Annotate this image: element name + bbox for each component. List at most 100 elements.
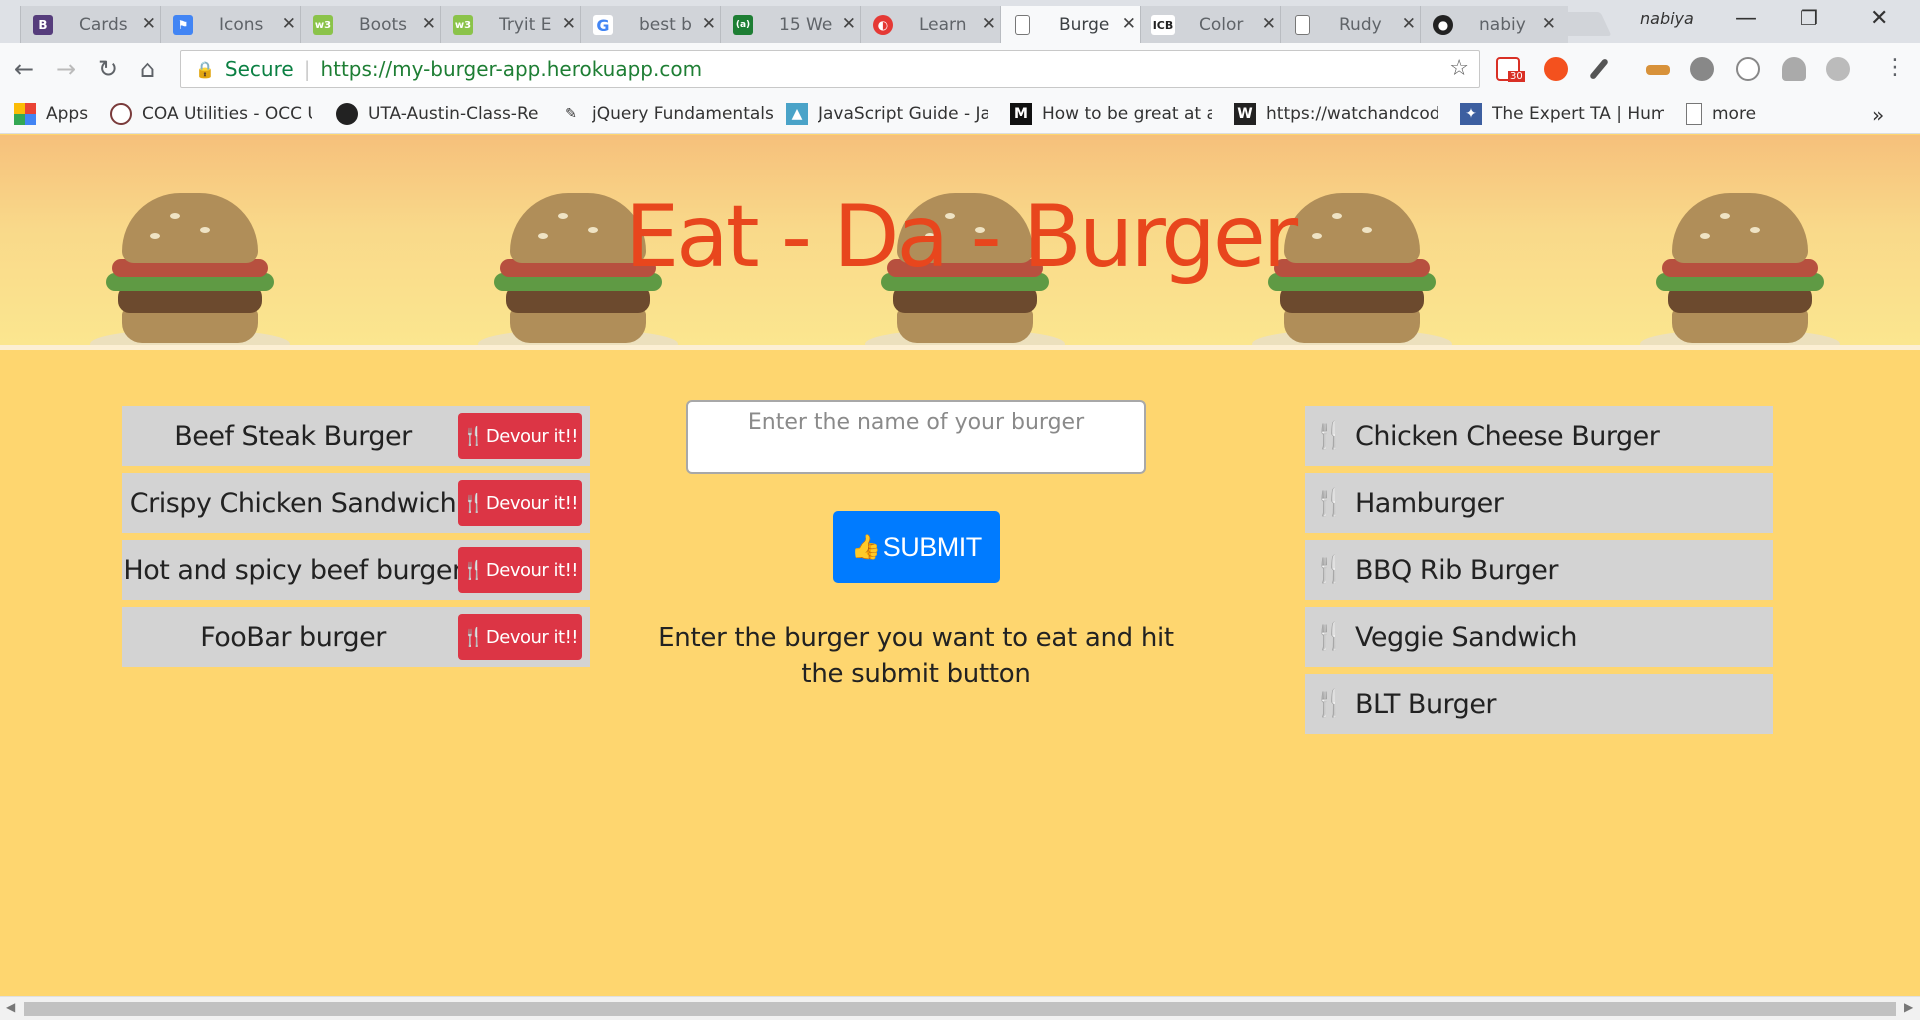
back-icon[interactable]: ← — [14, 55, 34, 83]
menu-icon[interactable]: ⋮ — [1884, 55, 1906, 80]
close-icon[interactable]: ✕ — [1262, 14, 1276, 34]
bug-icon[interactable] — [1690, 57, 1714, 81]
submit-button[interactable]: 👍 SUBMIT — [833, 511, 1000, 583]
utensils-icon: 🍴 — [461, 425, 484, 447]
github-icon — [336, 103, 358, 125]
apps-grid-icon — [14, 103, 36, 125]
bookmark-label: more — [1712, 104, 1757, 124]
utensils-icon: 🍴 — [1313, 689, 1346, 719]
bookmark-label: https://watchandcod — [1266, 104, 1438, 124]
bookmark-expert-ta[interactable]: ✦ The Expert TA | Huma — [1460, 103, 1664, 125]
devour-button[interactable]: 🍴 Devour it!! — [458, 547, 582, 593]
scroll-left-icon[interactable]: ◀ — [6, 1000, 15, 1014]
react-icon[interactable] — [1826, 57, 1850, 81]
tab-15-we[interactable]: (a) 15 We ✕ — [720, 6, 868, 43]
close-icon[interactable]: ✕ — [1402, 14, 1416, 34]
thumbs-up-icon: 👍 — [851, 533, 881, 561]
bookmark-js-guide[interactable]: ▲ JavaScript Guide - Jav — [786, 103, 988, 125]
burger-name: Crispy Chicken Sandwich — [129, 487, 457, 519]
new-tab-button[interactable] — [1550, 12, 1612, 36]
restore-icon[interactable]: ❐ — [1800, 6, 1818, 30]
bookmark-label: jQuery Fundamentals — [592, 104, 774, 124]
tab-burger[interactable]: Burge ✕ — [1000, 6, 1148, 44]
reload-icon[interactable]: ↻ — [98, 55, 118, 83]
profile-name[interactable]: nabiya — [1640, 9, 1694, 28]
close-icon[interactable]: ✕ — [982, 14, 996, 34]
forward-icon[interactable]: → — [56, 55, 76, 83]
url-text[interactable]: https://my-burger-app.herokuapp.com — [320, 57, 702, 81]
scroll-right-icon[interactable]: ▶ — [1904, 1000, 1913, 1014]
extension-icon[interactable] — [1544, 57, 1568, 81]
bookmark-jquery[interactable]: ✎ jQuery Fundamentals — [560, 103, 796, 125]
tab-title: best b — [639, 14, 692, 35]
home-icon[interactable]: ⌂ — [140, 55, 155, 83]
close-icon[interactable]: ✕ — [702, 14, 716, 34]
tab-tryit[interactable]: w3 Tryit E ✕ — [440, 6, 588, 43]
ruler-icon[interactable] — [1646, 65, 1670, 75]
eaten-burger-list: 🍴 Chicken Cheese Burger 🍴 Hamburger 🍴 BB… — [1305, 406, 1773, 741]
tab-best[interactable]: G best b ✕ — [580, 6, 728, 43]
tab-rudy[interactable]: Rudy ✕ — [1280, 6, 1428, 43]
bookmark-star-icon[interactable]: ☆ — [1449, 56, 1469, 81]
burger-name: Veggie Sandwich — [1355, 621, 1577, 653]
mdn-icon: ▲ — [786, 103, 808, 125]
devour-button[interactable]: 🍴 Devour it!! — [458, 480, 582, 526]
page-icon — [1295, 15, 1310, 35]
tab-boots[interactable]: w3 Boots ✕ — [300, 6, 448, 43]
horizontal-scrollbar[interactable]: ◀ ▶ — [0, 996, 1920, 1020]
close-icon[interactable]: ✕ — [1122, 14, 1136, 34]
bookmark-label: JavaScript Guide - Jav — [818, 104, 988, 124]
bookmark-label: Apps — [46, 104, 89, 124]
close-icon[interactable]: ✕ — [562, 14, 576, 34]
bookmark-coa[interactable]: COA Utilities - OCC U — [110, 103, 312, 125]
bookmark-watchandcode[interactable]: W https://watchandcod — [1234, 103, 1438, 125]
gmail-icon[interactable]: 30 — [1496, 57, 1525, 82]
bookmark-label: COA Utilities - OCC U — [142, 104, 312, 124]
medium-icon: M — [1010, 103, 1032, 125]
close-icon[interactable]: ✕ — [422, 14, 436, 34]
close-icon[interactable]: ✕ — [142, 14, 156, 34]
utensils-icon: 🍴 — [1313, 622, 1346, 652]
burger-name: BBQ Rib Burger — [1355, 554, 1558, 586]
burger-name: Chicken Cheese Burger — [1355, 420, 1660, 452]
icb-icon: ICB — [1151, 15, 1175, 35]
list-item: Hot and spicy beef burger 🍴 Devour it!! — [122, 540, 590, 600]
devour-button[interactable]: 🍴 Devour it!! — [458, 413, 582, 459]
instruction-text: Enter the burger you want to eat and hit… — [658, 623, 1174, 689]
learn-icon: ◐ — [873, 15, 893, 35]
list-item: 🍴 BBQ Rib Burger — [1305, 540, 1773, 600]
bookmark-uta[interactable]: UTA-Austin-Class-Re — [336, 103, 538, 125]
json-icon[interactable] — [1736, 57, 1760, 81]
tab-title: Boots — [359, 14, 407, 35]
scrollbar-thumb[interactable] — [24, 1002, 1896, 1016]
banner-divider — [0, 345, 1920, 350]
address-separator: | — [303, 57, 311, 81]
bookmarks-overflow-chevron-icon[interactable]: » — [1872, 103, 1884, 127]
close-window-icon[interactable]: ✕ — [1870, 6, 1888, 31]
close-icon[interactable]: ✕ — [282, 14, 296, 34]
tab-nabiy[interactable]: ● nabiy ✕ — [1420, 6, 1568, 43]
tab-learn[interactable]: ◐ Learn ✕ — [860, 6, 1008, 43]
code-icon: (a) — [733, 15, 753, 35]
drive-icon[interactable] — [1782, 57, 1806, 81]
bookmark-more[interactable]: more — [1686, 103, 1756, 125]
burger-name: Hot and spicy beef burger — [123, 554, 463, 586]
tab-cards[interactable]: B Cards ✕ — [20, 6, 168, 43]
secure-label: Secure — [224, 57, 294, 81]
tab-title: Learn — [919, 14, 967, 35]
tab-title: Rudy — [1339, 14, 1382, 35]
minimize-icon[interactable]: — — [1735, 6, 1757, 31]
folder-page-icon — [1686, 103, 1702, 125]
tab-color[interactable]: ICB Color ✕ — [1140, 6, 1288, 43]
tab-icons[interactable]: ⚑ Icons ✕ — [160, 6, 308, 43]
bookmark-medium[interactable]: M How to be great at a — [1010, 103, 1212, 125]
bookmark-apps[interactable]: Apps — [14, 103, 88, 125]
address-bar[interactable]: 🔒 Secure | https://my-burger-app.herokua… — [180, 50, 1480, 88]
bookmark-label: How to be great at a — [1042, 104, 1212, 124]
burger-name-input[interactable] — [686, 400, 1146, 474]
browser-toolbar: ← → ↻ ⌂ 🔒 Secure | https://my-burger-app… — [0, 43, 1920, 97]
utensils-icon: 🍴 — [1313, 555, 1346, 585]
close-icon[interactable]: ✕ — [842, 14, 856, 34]
devour-button[interactable]: 🍴 Devour it!! — [458, 614, 582, 660]
eyedropper-icon[interactable] — [1588, 57, 1610, 81]
